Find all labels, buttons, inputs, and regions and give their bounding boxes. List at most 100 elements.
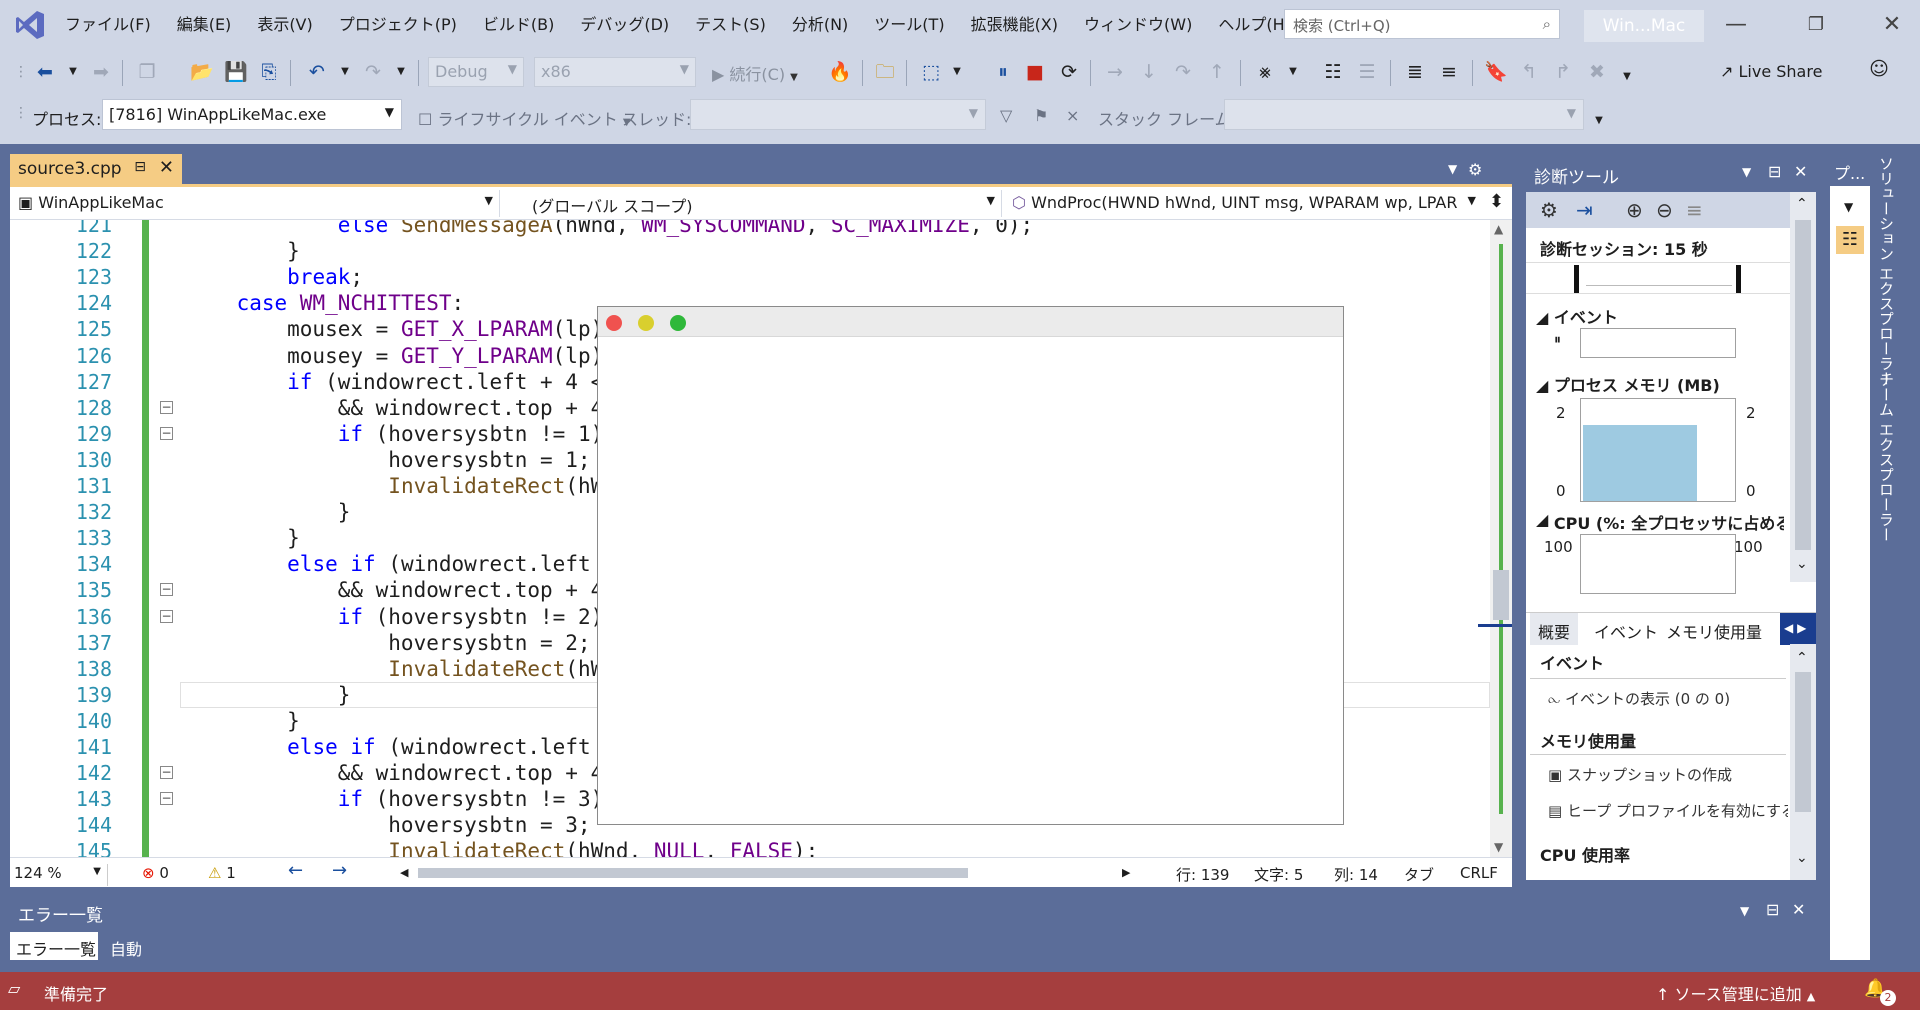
menu-item[interactable]: 表示(V)	[244, 13, 325, 37]
menu-item[interactable]: ビルド(B)	[470, 13, 567, 37]
back-icon[interactable]: ⬅	[34, 61, 56, 83]
back-dropdown-icon[interactable]: ▼	[62, 61, 84, 83]
pin-icon[interactable]: ⊟	[1766, 900, 1779, 919]
flag-thread-icon[interactable]: ⚑	[1034, 106, 1048, 125]
tab-auto[interactable]: 自動	[104, 932, 149, 960]
take-snapshot-link[interactable]: ▣ スナップショットの作成	[1548, 764, 1732, 785]
close-window-button[interactable]: ✕	[1872, 8, 1912, 42]
step-into-icon[interactable]: ↓	[1138, 61, 1160, 83]
step-over-icon[interactable]: ↷	[1172, 61, 1194, 83]
app-window-preview[interactable]	[597, 306, 1344, 825]
show-next-statement-icon[interactable]: →	[1104, 61, 1126, 83]
pin-icon[interactable]: ⊟	[1768, 162, 1781, 181]
lifecycle-events-button[interactable]: ☐ ライフサイクル イベント ▼	[418, 106, 631, 130]
scroll-down-icon[interactable]: ⌄	[1796, 556, 1808, 572]
function-select[interactable]: ⬡ WndProc(HWND hWnd, UINT msg, WPARAM wp…	[1006, 190, 1482, 217]
menu-item[interactable]: テスト(S)	[682, 13, 779, 37]
diagnostics-window-icon[interactable]: ⬚	[920, 61, 942, 83]
code-line[interactable]: 123 break;	[10, 264, 1490, 290]
save-icon[interactable]: 💾	[224, 61, 248, 83]
menu-item[interactable]: デバッグ(D)	[567, 13, 682, 37]
menu-item[interactable]: 分析(N)	[779, 13, 861, 37]
nav-back-icon[interactable]: ←	[288, 860, 303, 881]
thread-select[interactable]: ▼	[690, 99, 986, 130]
restart-icon[interactable]: ⟳	[1058, 61, 1080, 83]
menu-item[interactable]: ファイル(F)	[52, 13, 164, 37]
pause-icon[interactable]: ⏸	[992, 61, 1014, 83]
code-line[interactable]: 122 }	[10, 238, 1490, 264]
gear-icon[interactable]: ⚙	[1468, 160, 1482, 179]
reset-view-icon[interactable]: ≡	[1686, 198, 1703, 222]
horizontal-scroll-thumb[interactable]	[418, 868, 968, 878]
search-input[interactable]: 検索 (Ctrl+Q) ⌕	[1284, 9, 1560, 39]
visual-studio-logo-icon[interactable]	[14, 9, 46, 41]
pause-events-icon[interactable]: ⏸	[1554, 332, 1561, 348]
tab-memory-usage[interactable]: メモリ使用量	[1666, 619, 1762, 643]
find-in-files-icon[interactable]: 🗀	[874, 61, 896, 83]
stack-frame-icon[interactable]: ⨯	[1066, 106, 1079, 125]
filter-icon[interactable]: ▽	[1000, 106, 1012, 125]
redo-icon[interactable]: ↷	[362, 61, 384, 83]
team-explorer-tab[interactable]: チーム エクスプローラー	[1876, 372, 1897, 542]
save-all-icon[interactable]: ⎘	[258, 61, 280, 83]
summary-scrollbar[interactable]: ⌃ ⌄	[1790, 644, 1816, 880]
close-icon[interactable]: ✕	[1794, 162, 1807, 181]
zoom-select[interactable]: 124 % ▼	[14, 864, 108, 886]
code-line[interactable]: 121 else SendMessageA(hWnd, WM_SYSCOMMAN…	[10, 220, 1490, 238]
properties-grid-icon[interactable]: ☷	[1836, 226, 1864, 254]
add-to-source-control-button[interactable]: ↑ ソース管理に追加 ▲	[1656, 981, 1815, 1005]
tab-events[interactable]: イベント	[1594, 619, 1658, 643]
collapse-region-icon[interactable]: −	[160, 583, 173, 597]
scroll-right-icon[interactable]: ▶	[1122, 866, 1130, 879]
stop-icon[interactable]: ■	[1024, 61, 1046, 83]
chevron-down-icon[interactable]: ▼	[1844, 200, 1853, 214]
stack-frame-select[interactable]: ▼	[1224, 99, 1584, 130]
solution-explorer-tab[interactable]: ソリューション エクスプローラー	[1876, 156, 1897, 386]
stack-icon[interactable]: ☰	[1356, 61, 1378, 83]
scroll-down-icon[interactable]: ▼	[1494, 840, 1503, 854]
close-dot-button[interactable]	[606, 315, 622, 331]
menu-item[interactable]: プロジェクト(P)	[326, 13, 470, 37]
scroll-up-icon[interactable]: ▲	[1494, 222, 1503, 236]
close-icon[interactable]: ✕	[159, 157, 174, 178]
toolbar-overflow-icon[interactable]: ▼	[1616, 66, 1638, 88]
collapse-region-icon[interactable]: −	[160, 766, 173, 780]
session-timeline[interactable]	[1526, 262, 1790, 294]
menu-item[interactable]: 拡張機能(X)	[958, 13, 1071, 37]
undo-dropdown-icon[interactable]: ▼	[334, 61, 356, 83]
tab-right-icon[interactable]: ▶	[1797, 621, 1806, 635]
pin-icon[interactable]: ⊟	[134, 159, 146, 175]
project-select[interactable]: ▣ WinAppLikeMac ▼	[12, 190, 500, 217]
hot-reload-icon[interactable]: 🔥	[828, 61, 852, 83]
minimize-dot-button[interactable]	[638, 315, 654, 331]
scroll-up-icon[interactable]: ⌃	[1796, 650, 1808, 666]
live-share-button[interactable]: ↗ Live Share	[1720, 62, 1822, 81]
cpu-chart[interactable]	[1580, 534, 1736, 594]
new-project-icon[interactable]: ❐	[136, 61, 158, 83]
tab-left-icon[interactable]: ◀	[1784, 621, 1793, 635]
zoom-in-icon[interactable]: ⊕	[1626, 198, 1643, 222]
tab-source3-cpp[interactable]: source3.cpp ⊟ ✕	[10, 154, 182, 184]
zoom-out-icon[interactable]: ⊖	[1656, 198, 1673, 222]
menu-item[interactable]: 編集(E)	[164, 13, 245, 37]
split-window-icon[interactable]: ⬍	[1486, 190, 1510, 217]
scroll-thumb[interactable]	[1795, 672, 1811, 812]
tab-summary[interactable]: 概要	[1530, 613, 1579, 645]
panel-menu-icon[interactable]: ▼	[1742, 165, 1751, 179]
menu-item[interactable]: ツール(T)	[861, 13, 957, 37]
collapse-region-icon[interactable]: −	[160, 426, 173, 440]
timeline-end-handle[interactable]	[1736, 265, 1741, 293]
scroll-left-icon[interactable]: ◀	[400, 866, 408, 879]
feedback-icon[interactable]: ☺	[1868, 58, 1890, 80]
configuration-select[interactable]: Debug ▼	[428, 57, 524, 87]
undo-icon[interactable]: ↶	[306, 61, 328, 83]
prev-bookmark-icon[interactable]: ↰	[1518, 61, 1540, 83]
redo-dropdown-icon[interactable]: ▼	[390, 61, 412, 83]
nav-forward-icon[interactable]: →	[332, 860, 347, 881]
toolbar-overflow-icon[interactable]: ▼	[1588, 110, 1610, 132]
indent-mode[interactable]: タブ	[1404, 864, 1434, 885]
forward-icon[interactable]: ➡	[90, 61, 112, 83]
continue-button[interactable]: ▶ 続行(C) ▼	[712, 61, 798, 85]
collapse-region-icon[interactable]: −	[160, 792, 173, 806]
close-icon[interactable]: ✕	[1792, 900, 1805, 919]
